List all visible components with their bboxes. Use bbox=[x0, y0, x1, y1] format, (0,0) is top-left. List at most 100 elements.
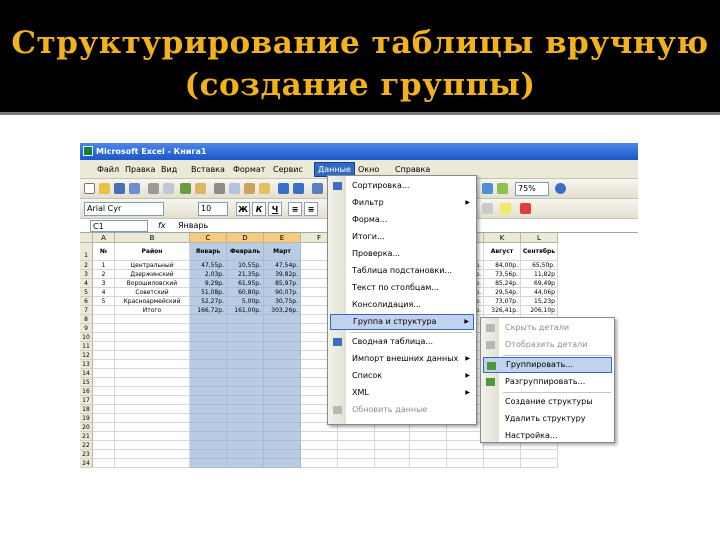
cell-D18[interactable] bbox=[227, 405, 264, 414]
cell-D22[interactable] bbox=[227, 441, 264, 450]
data-menu-item-11[interactable]: Список ▶ bbox=[330, 368, 474, 384]
column-header-L[interactable]: L bbox=[521, 233, 558, 243]
cut-icon[interactable] bbox=[214, 183, 225, 194]
preview-icon[interactable] bbox=[163, 183, 174, 194]
cell-B19[interactable] bbox=[115, 414, 190, 423]
cell-F21[interactable] bbox=[301, 432, 338, 441]
cell-A18[interactable] bbox=[93, 405, 115, 414]
cell-H24[interactable] bbox=[375, 459, 410, 468]
submenu-item-1[interactable]: Отобразить детали bbox=[483, 337, 612, 353]
column-header-D[interactable]: D bbox=[227, 233, 264, 243]
cell-E23[interactable] bbox=[264, 450, 301, 459]
open-icon[interactable] bbox=[99, 183, 110, 194]
cell-A9[interactable] bbox=[93, 324, 115, 333]
column-header-B[interactable]: B bbox=[115, 233, 190, 243]
cell-H22[interactable] bbox=[375, 441, 410, 450]
data-menu-item-3[interactable]: Итоги... bbox=[330, 229, 474, 245]
save-icon[interactable] bbox=[114, 183, 125, 194]
cell-A14[interactable] bbox=[93, 369, 115, 378]
cell-G24[interactable] bbox=[338, 459, 375, 468]
cell-G23[interactable] bbox=[338, 450, 375, 459]
row-header-13[interactable]: 13 bbox=[80, 360, 93, 369]
cell-H21[interactable] bbox=[375, 432, 410, 441]
cell-I21[interactable] bbox=[410, 432, 447, 441]
cell-B23[interactable] bbox=[115, 450, 190, 459]
spelling-icon[interactable] bbox=[180, 183, 191, 194]
help-icon[interactable] bbox=[555, 183, 566, 194]
cell-E18[interactable] bbox=[264, 405, 301, 414]
cell-E24[interactable] bbox=[264, 459, 301, 468]
data-menu-item-6[interactable]: Текст по столбцам... bbox=[330, 280, 474, 296]
data-menu-item-8[interactable]: Группа и структура ▶ bbox=[330, 314, 474, 330]
cell-C10[interactable] bbox=[190, 333, 227, 342]
copy-icon[interactable] bbox=[229, 183, 240, 194]
row-header-4[interactable]: 4 bbox=[80, 279, 93, 288]
cell-C7[interactable]: 166,72р. bbox=[190, 306, 227, 315]
row-header-12[interactable]: 12 bbox=[80, 351, 93, 360]
row-header-7[interactable]: 7 bbox=[80, 306, 93, 315]
cell-E19[interactable] bbox=[264, 414, 301, 423]
cell-D5[interactable]: 60,80р. bbox=[227, 288, 264, 297]
cell-A21[interactable] bbox=[93, 432, 115, 441]
data-menu-item-0[interactable]: Сортировка... bbox=[330, 178, 474, 194]
cell-G21[interactable] bbox=[338, 432, 375, 441]
menu-0[interactable]: Файл bbox=[94, 162, 122, 177]
cell-A10[interactable] bbox=[93, 333, 115, 342]
data-menu-item-13[interactable]: Обновить данные bbox=[330, 402, 474, 418]
data-menu-item-9[interactable]: Сводная таблица... bbox=[330, 334, 474, 350]
cell-A15[interactable] bbox=[93, 378, 115, 387]
cell-E16[interactable] bbox=[264, 387, 301, 396]
formula-value[interactable]: Январь bbox=[178, 220, 208, 232]
cell-A20[interactable] bbox=[93, 423, 115, 432]
row-header-16[interactable]: 16 bbox=[80, 387, 93, 396]
row-header-22[interactable]: 22 bbox=[80, 441, 93, 450]
data-menu-item-7[interactable]: Консолидация... bbox=[330, 297, 474, 313]
fill-color-icon[interactable] bbox=[500, 203, 511, 214]
cell-A1[interactable]: № bbox=[93, 243, 115, 261]
column-header-K[interactable]: K bbox=[484, 233, 521, 243]
row-header-18[interactable]: 18 bbox=[80, 405, 93, 414]
cell-J21[interactable] bbox=[447, 432, 484, 441]
cell-F22[interactable] bbox=[301, 441, 338, 450]
align-left-button[interactable]: ≡ bbox=[288, 202, 302, 216]
data-menu-item-2[interactable]: Форма... bbox=[330, 212, 474, 228]
row-header-1[interactable]: 1 bbox=[80, 243, 93, 261]
undo-icon[interactable] bbox=[278, 183, 289, 194]
cell-F23[interactable] bbox=[301, 450, 338, 459]
cell-D14[interactable] bbox=[227, 369, 264, 378]
menu-4[interactable]: Формат bbox=[230, 162, 268, 177]
cell-F24[interactable] bbox=[301, 459, 338, 468]
submenu-item-4[interactable]: Создание структуры bbox=[483, 394, 612, 410]
research-icon[interactable] bbox=[195, 183, 206, 194]
row-header-9[interactable]: 9 bbox=[80, 324, 93, 333]
cell-D6[interactable]: 5,00р. bbox=[227, 297, 264, 306]
cell-A23[interactable] bbox=[93, 450, 115, 459]
cell-E2[interactable]: 47,54р. bbox=[264, 261, 301, 270]
column-header-A[interactable]: A bbox=[93, 233, 115, 243]
row-header-20[interactable]: 20 bbox=[80, 423, 93, 432]
cell-C24[interactable] bbox=[190, 459, 227, 468]
cell-B6[interactable]: Красноармейский bbox=[115, 297, 190, 306]
cell-A3[interactable]: 2 bbox=[93, 270, 115, 279]
cell-L3[interactable]: 11,82р bbox=[521, 270, 558, 279]
menu-1[interactable]: Правка bbox=[122, 162, 158, 177]
cell-C23[interactable] bbox=[190, 450, 227, 459]
font-size-select[interactable]: 10 bbox=[198, 202, 228, 216]
row-header-15[interactable]: 15 bbox=[80, 378, 93, 387]
submenu-item-5[interactable]: Удалить структуру bbox=[483, 411, 612, 427]
cell-B12[interactable] bbox=[115, 351, 190, 360]
select-all-corner[interactable] bbox=[80, 233, 93, 243]
cell-D15[interactable] bbox=[227, 378, 264, 387]
cell-C9[interactable] bbox=[190, 324, 227, 333]
submenu-item-2[interactable]: Группировать... bbox=[483, 357, 612, 373]
print-icon[interactable] bbox=[148, 183, 159, 194]
cell-L24[interactable] bbox=[521, 459, 558, 468]
drawing-icon[interactable] bbox=[497, 183, 508, 194]
row-header-14[interactable]: 14 bbox=[80, 369, 93, 378]
data-menu-item-1[interactable]: Фильтр ▶ bbox=[330, 195, 474, 211]
row-header-24[interactable]: 24 bbox=[80, 459, 93, 468]
cell-A7[interactable] bbox=[93, 306, 115, 315]
cell-K23[interactable] bbox=[484, 450, 521, 459]
cell-B16[interactable] bbox=[115, 387, 190, 396]
cell-C8[interactable] bbox=[190, 315, 227, 324]
